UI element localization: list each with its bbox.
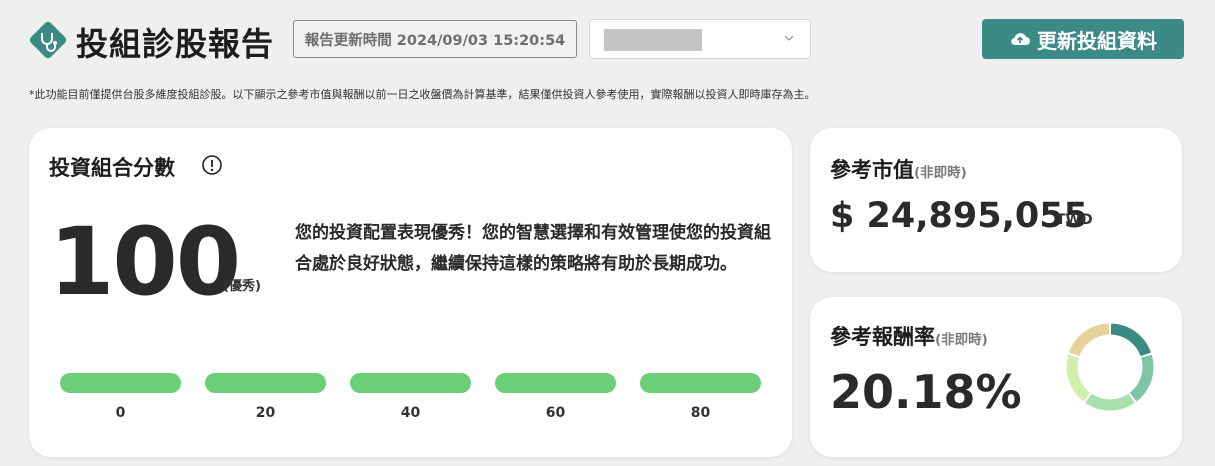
market-value-card: 參考市值(非即時) $ 24,895,055 TWD	[810, 128, 1182, 272]
score-scale-bar: 0 20 40 60 80	[60, 373, 761, 423]
update-button-label: 更新投組資料	[1037, 28, 1157, 53]
scale-tick-label: 40	[400, 405, 421, 421]
donut-segment	[1066, 354, 1091, 402]
portfolio-score-card: 投資組合分數 100 (優秀) 您的投資配置表現優秀！您的智慧選擇和有效管理使您…	[29, 128, 792, 457]
market-value-amount: $ 24,895,055	[830, 196, 1088, 236]
donut-segment	[1110, 323, 1152, 357]
page-header: 投組診股報告 報告更新時間 2024/09/03 15:20:54 更新投組資料	[28, 18, 1188, 63]
market-value-title-text: 參考市值	[830, 158, 914, 182]
update-portfolio-button[interactable]: 更新投組資料	[982, 19, 1184, 59]
scale-tick-label: 0	[115, 405, 126, 421]
page-title: 投組診股報告	[76, 25, 275, 63]
return-rate-title-text: 參考報酬率	[830, 325, 935, 349]
stethoscope-logo-icon	[29, 21, 67, 59]
scale-segment	[495, 373, 616, 393]
market-value-title: 參考市值(非即時)	[830, 154, 967, 184]
scale-tick-label: 60	[545, 405, 566, 421]
chevron-down-icon	[784, 35, 794, 41]
scale-segment	[640, 373, 761, 393]
score-grade: (優秀)	[223, 279, 261, 294]
return-rate-title: 參考報酬率(非即時)	[830, 321, 988, 351]
market-value-unit: TWD	[1056, 212, 1093, 228]
disclaimer-text: *此功能目前僅提供台股多維度投組診股。以下顯示之參考市值與報酬以前一日之收盤價為…	[29, 88, 816, 101]
scale-segment	[60, 373, 181, 393]
return-rate-card: 參考報酬率(非即時) 20.18%	[810, 297, 1182, 457]
score-value: 100	[49, 208, 241, 317]
scale-tick-label: 80	[690, 405, 711, 421]
return-donut-chart	[1066, 323, 1154, 411]
donut-segment	[1085, 393, 1135, 411]
return-rate-qualifier: (非即時)	[935, 332, 988, 348]
score-card-title: 投資組合分數	[49, 156, 175, 180]
redacted-value	[604, 29, 702, 51]
info-icon[interactable]	[201, 154, 223, 176]
market-value-qualifier: (非即時)	[914, 165, 967, 181]
update-time-label: 報告更新時間 2024/09/03 15:20:54	[293, 20, 577, 58]
donut-segment	[1068, 323, 1110, 357]
donut-segment	[1129, 354, 1154, 402]
return-rate-value: 20.18%	[830, 365, 1022, 419]
score-description: 您的投資配置表現優秀！您的智慧選擇和有效管理使您的投資組合處於良好狀態，繼續保持…	[295, 223, 771, 274]
cloud-upload-icon	[1011, 33, 1030, 46]
scale-segment	[350, 373, 471, 393]
scale-segment	[205, 373, 326, 393]
scale-tick-label: 20	[255, 405, 276, 421]
portfolio-select[interactable]	[589, 19, 811, 59]
